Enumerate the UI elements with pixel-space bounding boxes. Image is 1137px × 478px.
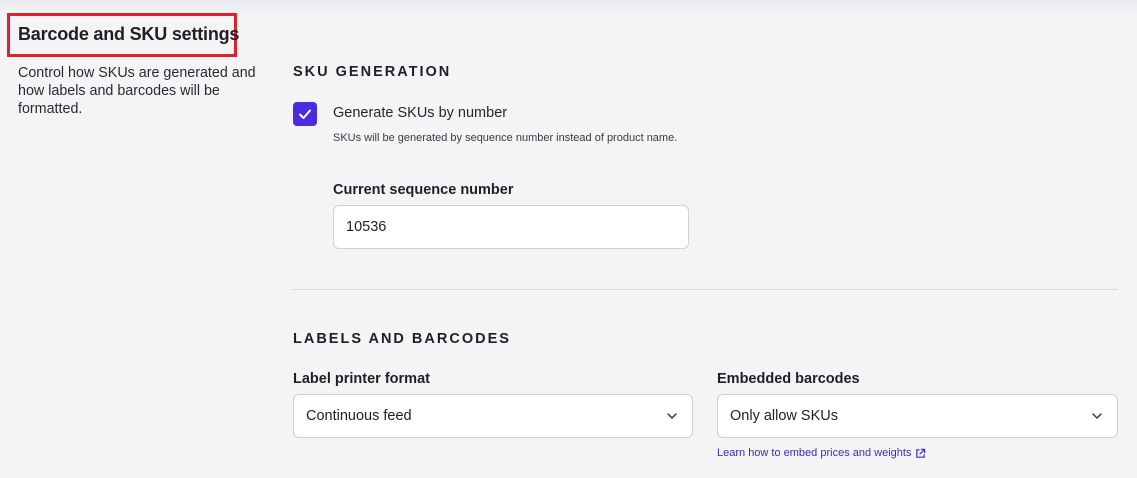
chevron-down-icon xyxy=(1092,413,1102,419)
chevron-down-icon xyxy=(667,413,677,419)
top-shadow xyxy=(0,0,1137,14)
generate-skus-checkbox[interactable] xyxy=(293,102,317,126)
embedded-barcodes-label: Embedded barcodes xyxy=(717,371,860,387)
sku-generation-heading: SKU GENERATION xyxy=(293,64,452,80)
labels-barcodes-heading: LABELS AND BARCODES xyxy=(293,331,511,347)
embedded-barcodes-select[interactable]: Only allow SKUs xyxy=(717,394,1118,438)
printer-format-value: Continuous feed xyxy=(306,408,412,424)
generate-skus-help: SKUs will be generated by sequence numbe… xyxy=(333,132,678,144)
generate-skus-label[interactable]: Generate SKUs by number xyxy=(333,105,507,121)
embed-help-link-text[interactable]: Learn how to embed prices and weights xyxy=(717,447,911,459)
embedded-barcodes-value: Only allow SKUs xyxy=(730,408,838,424)
settings-page: Barcode and SKU settings Control how SKU… xyxy=(0,0,1137,478)
sequence-number-label: Current sequence number xyxy=(333,182,514,198)
section-title: Barcode and SKU settings xyxy=(18,24,240,44)
section-divider xyxy=(293,289,1118,290)
external-link-icon xyxy=(916,448,926,458)
checkmark-icon xyxy=(299,109,311,119)
printer-format-label: Label printer format xyxy=(293,371,430,387)
sequence-number-input[interactable]: 10536 xyxy=(333,205,689,249)
section-description: Control how SKUs are generated and how l… xyxy=(18,65,256,117)
embed-help-link[interactable]: Learn how to embed prices and weights xyxy=(717,447,926,459)
printer-format-select[interactable]: Continuous feed xyxy=(293,394,693,438)
